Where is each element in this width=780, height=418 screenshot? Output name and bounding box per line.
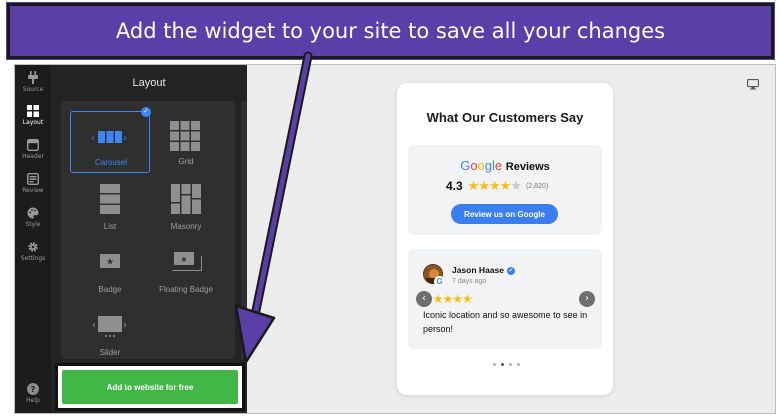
pagination-dot[interactable] [493, 363, 496, 366]
sidebar-item-label: Style [25, 221, 41, 228]
slider-icon: ‹ › [92, 316, 127, 337]
google-logo: Google [460, 158, 503, 173]
widget-preview: What Our Customers Say Google Reviews 4.… [397, 83, 613, 395]
banner-text: Add the widget to your site to save all … [115, 19, 666, 43]
layout-options: ‹ › Carousel ✓ Grid List Masonry ★ Badge… [61, 101, 235, 359]
grid-icon [170, 121, 200, 151]
review-card: G Jason Haase ✓ 7 days ago ★★★★★ Iconic l… [408, 249, 602, 349]
help-icon: ? [27, 383, 39, 395]
svg-text:›: › [123, 320, 127, 331]
plug-icon [28, 71, 38, 84]
carousel-next-button[interactable]: › [579, 291, 595, 307]
svg-text:★: ★ [106, 258, 114, 268]
layout-option-masonry[interactable]: Masonry [146, 181, 226, 241]
svg-text:★: ★ [180, 255, 187, 264]
layout-option-label: Floating Badge [159, 285, 213, 294]
pagination-dot-active[interactable] [501, 363, 504, 366]
add-button-highlight: Add to website for free [55, 363, 245, 411]
sidebar-item-label: Source [22, 86, 44, 93]
widget-title: What Our Customers Say [426, 110, 584, 125]
sidebar-item-label: Header [22, 153, 44, 160]
layout-option-list[interactable]: List [70, 181, 150, 241]
sidebar-item-header[interactable]: Header [15, 139, 51, 160]
svg-text:›: › [123, 133, 127, 144]
editor-window: Source Layout Header Review Style Settin… [14, 64, 776, 414]
palette-icon [27, 207, 39, 219]
google-reviews-heading: Google Reviews [408, 158, 602, 173]
sidebar-item-label: Layout [22, 119, 44, 126]
review-date: 7 days ago [452, 278, 487, 285]
review-count: (2,820) [525, 182, 549, 190]
sidebar-item-label: Help [26, 397, 40, 404]
layout-panel: Layout ‹ › Carousel ✓ Grid List Masonry … [51, 65, 247, 413]
rating-stars: ★★★★★ [467, 178, 522, 193]
layout-icon [27, 105, 39, 117]
editor-sidebar: Source Layout Header Review Style Settin… [15, 65, 51, 413]
masonry-icon [171, 184, 201, 214]
sidebar-item-review[interactable]: Review [15, 173, 51, 194]
layout-option-slider[interactable]: ‹ › Slider [70, 309, 150, 359]
sidebar-item-style[interactable]: Style [15, 207, 51, 228]
layout-option-label: Masonry [170, 222, 202, 231]
sidebar-item-label: Review [22, 187, 44, 194]
sidebar-item-label: Settings [20, 255, 46, 262]
layout-option-label: Carousel [94, 158, 127, 167]
carousel-pagination [493, 363, 525, 366]
svg-text:?: ? [31, 385, 36, 394]
svg-text:‹: ‹ [91, 133, 95, 144]
verified-icon: ✓ [506, 267, 515, 275]
badge-icon: ★ [100, 254, 120, 268]
layout-option-label: Slider [99, 348, 121, 357]
sidebar-item-layout[interactable]: Layout [15, 105, 51, 126]
carousel-prev-button[interactable]: ‹ [416, 291, 432, 307]
layout-option-badge[interactable]: ★ Badge [70, 246, 150, 304]
desktop-icon[interactable] [747, 79, 759, 90]
sidebar-item-settings[interactable]: Settings [15, 241, 51, 262]
reviewer-name: Jason Haase ✓ [452, 265, 515, 275]
pagination-dot[interactable] [509, 363, 512, 366]
gear-icon [28, 242, 38, 252]
layout-option-carousel[interactable]: ‹ › Carousel [70, 111, 150, 173]
layout-option-floating-badge[interactable]: ★ Floating Badge [146, 246, 226, 304]
sidebar-item-help[interactable]: ? Help [15, 383, 51, 404]
add-to-website-button[interactable]: Add to website for free [62, 370, 238, 404]
review-icon [27, 173, 39, 185]
sidebar-item-source[interactable]: Source [15, 71, 51, 93]
header-icon [27, 139, 39, 151]
review-us-button[interactable]: Review us on Google [451, 204, 558, 224]
carousel-icon: ‹ › [91, 131, 127, 144]
panel-title: Layout [132, 77, 166, 89]
google-reviews-summary: Google Reviews 4.3 ★★★★★ (2,820) Review … [408, 145, 602, 235]
layout-option-grid[interactable]: Grid [146, 111, 226, 173]
panel-scrollbar[interactable] [241, 101, 247, 359]
list-icon [100, 184, 120, 214]
svg-text:‹: ‹ [92, 320, 96, 331]
rating-value: 4.3 [446, 179, 463, 193]
google-g-icon: G [434, 276, 445, 287]
layout-option-label: List [103, 222, 117, 231]
layout-option-label: Grid [178, 157, 194, 166]
floating-badge-icon: ★ [172, 252, 202, 271]
instruction-banner: Add the widget to your site to save all … [7, 3, 774, 59]
pagination-dot[interactable] [517, 363, 520, 366]
rating-row: 4.3 ★★★★★ (2,820) [446, 178, 549, 194]
reviews-label: Reviews [505, 161, 550, 173]
review-text: Iconic location and so awesome to see in… [423, 310, 588, 334]
layout-option-label: Badge [98, 285, 122, 294]
